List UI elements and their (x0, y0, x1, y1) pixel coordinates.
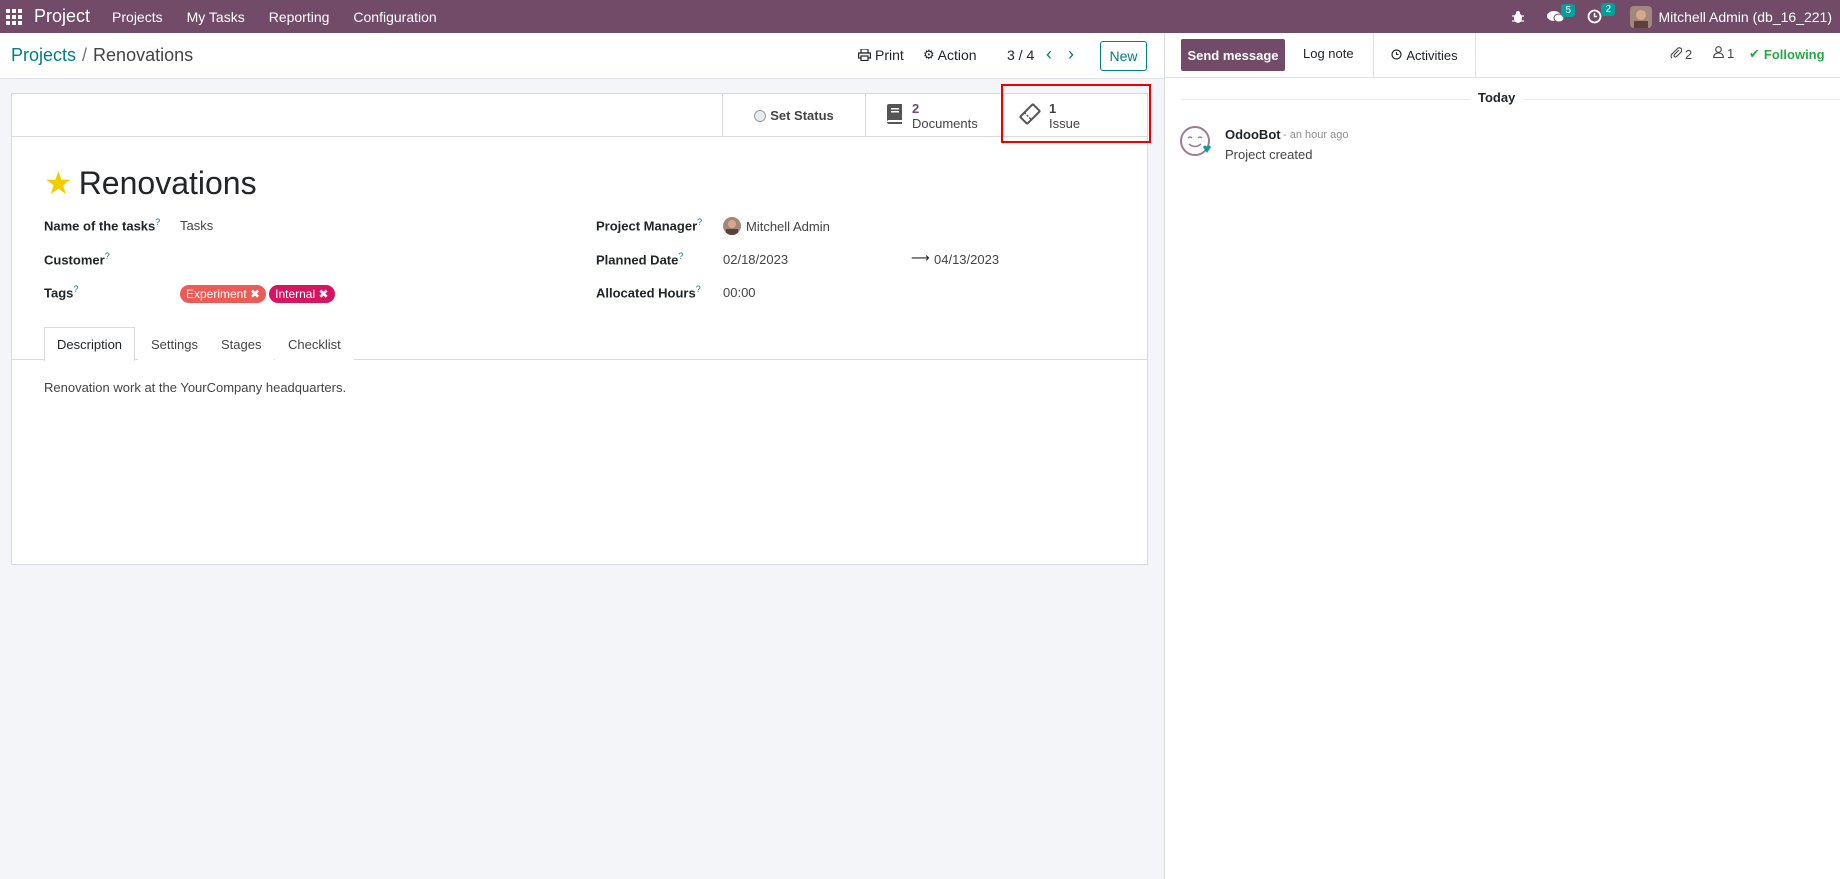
message-time: - an hour ago (1283, 129, 1349, 141)
odoobot-avatar[interactable] (1179, 125, 1211, 157)
debug-bug-icon[interactable] (1511, 10, 1525, 24)
breadcrumb-projects[interactable]: Projects (11, 45, 76, 65)
tags-label: Tags? (44, 284, 79, 301)
user-icon (1713, 46, 1724, 61)
menu-my-tasks[interactable]: My Tasks (187, 9, 245, 25)
activities-badge: 2 (1601, 3, 1616, 16)
message-author[interactable]: OdooBot (1225, 127, 1281, 142)
paperclip-icon (1670, 46, 1683, 62)
customer-label: Customer? (44, 251, 110, 268)
action-button[interactable]: ⚙ Action (923, 47, 977, 63)
tab-checklist[interactable]: Checklist (275, 327, 354, 361)
tags-field[interactable]: Experiment ✖ Internal ✖ (180, 285, 338, 303)
highlight-box (1001, 84, 1151, 143)
activities-label: Activities (1406, 48, 1458, 63)
breadcrumb-current: Renovations (93, 45, 194, 65)
breadcrumb-separator: / (82, 45, 88, 65)
allocated-hours-field[interactable]: 00:00 (723, 285, 756, 300)
following-label: Following (1763, 46, 1825, 62)
followers-button[interactable]: 1 (1713, 46, 1734, 61)
user-avatar[interactable] (1630, 5, 1653, 28)
message-body: Project created (1225, 147, 1313, 162)
notebook-tabs: Description Settings Stages Checklist (12, 327, 1147, 361)
planned-end-field[interactable]: 04/13/2023 (934, 252, 999, 267)
form-sheet: Set Status 2 Documents 1 Issue ★ Renovat… (11, 93, 1148, 565)
project-manager-field[interactable]: Mitchell Admin (723, 217, 830, 235)
tasks-name-label: Name of the tasks? (44, 217, 161, 234)
book-icon (884, 103, 904, 128)
print-button[interactable]: Print (858, 47, 904, 63)
project-title: ★ Renovations (44, 164, 257, 202)
messages-badge: 5 (1561, 3, 1576, 17)
tag-internal: Internal ✖ (269, 285, 335, 303)
chatter-topbar: Send message Log note Activities 2 1 ✔ F… (1165, 33, 1840, 78)
status-circle-icon (754, 109, 767, 122)
tasks-name-field[interactable]: Tasks (180, 218, 213, 233)
print-icon (858, 49, 871, 61)
new-button[interactable]: New (1100, 41, 1147, 71)
planned-date-label: Planned Date? (596, 251, 684, 268)
date-range-arrow-icon: ⟶ (911, 250, 930, 265)
tag-experiment: Experiment ✖ (180, 285, 267, 303)
project-name[interactable]: Renovations (79, 165, 257, 202)
remove-tag-icon[interactable]: ✖ (318, 287, 328, 301)
breadcrumb: Projects / Renovations (11, 45, 193, 66)
gear-icon: ⚙ (923, 47, 935, 62)
apps-menu-icon[interactable] (6, 8, 22, 25)
clock-icon (1391, 48, 1402, 63)
date-separator: Today (1470, 90, 1524, 105)
tab-settings[interactable]: Settings (138, 327, 211, 361)
followers-count: 1 (1727, 46, 1735, 61)
send-message-button[interactable]: Send message (1181, 39, 1285, 71)
log-note-button[interactable]: Log note (1303, 46, 1354, 61)
documents-count: 2 (912, 100, 920, 116)
top-navbar: Project Projects My Tasks Reporting Conf… (0, 0, 1840, 33)
menu-reporting[interactable]: Reporting (269, 9, 330, 25)
pager-previous-icon[interactable]: ‹ (1046, 44, 1052, 65)
remove-tag-icon[interactable]: ✖ (250, 287, 260, 301)
tab-stages[interactable]: Stages (208, 327, 275, 361)
control-panel: Projects / Renovations Print ⚙ Action 3 / … (0, 33, 1164, 79)
tab-description[interactable]: Description (44, 327, 136, 361)
project-manager-label: Project Manager? (596, 217, 703, 234)
set-status-label: Set Status (770, 108, 834, 123)
description-text[interactable]: Renovation work at the YourCompany headq… (44, 380, 346, 395)
planned-start-field[interactable]: 02/18/2023 (723, 252, 788, 267)
documents-stat-button[interactable]: 2 Documents (865, 94, 1003, 137)
activities-clock-icon[interactable]: 2 (1587, 3, 1616, 24)
attachments-count: 2 (1685, 46, 1693, 62)
print-label: Print (875, 47, 904, 63)
pager-value[interactable]: 3 / 4 (1007, 47, 1034, 63)
activities-button[interactable]: Activities (1373, 33, 1476, 78)
allocated-hours-label: Allocated Hours? (596, 284, 701, 301)
messages-chat-icon[interactable]: 5 (1547, 3, 1576, 24)
navbar-systray: 5 2 Mitchell Admin (db_16_221) (1489, 0, 1832, 33)
pager-next-icon[interactable]: › (1068, 44, 1074, 65)
app-brand[interactable]: Project (34, 6, 90, 27)
check-icon: ✔ (1749, 46, 1760, 61)
menu-configuration[interactable]: Configuration (353, 9, 436, 25)
button-box: Set Status 2 Documents 1 Issue (12, 94, 1147, 137)
attachments-button[interactable]: 2 (1670, 46, 1692, 62)
favorite-star-icon[interactable]: ★ (44, 164, 73, 202)
chatter-panel: Send message Log note Activities 2 1 ✔ F… (1164, 33, 1840, 879)
user-menu[interactable]: Mitchell Admin (db_16_221) (1658, 9, 1832, 25)
customer-field[interactable] (180, 251, 540, 267)
following-button[interactable]: ✔ Following (1749, 46, 1825, 62)
manager-avatar (723, 217, 741, 235)
action-label: Action (937, 47, 977, 63)
menu-projects[interactable]: Projects (112, 9, 163, 25)
documents-label: Documents (912, 115, 978, 131)
set-status-button[interactable]: Set Status (722, 94, 865, 137)
